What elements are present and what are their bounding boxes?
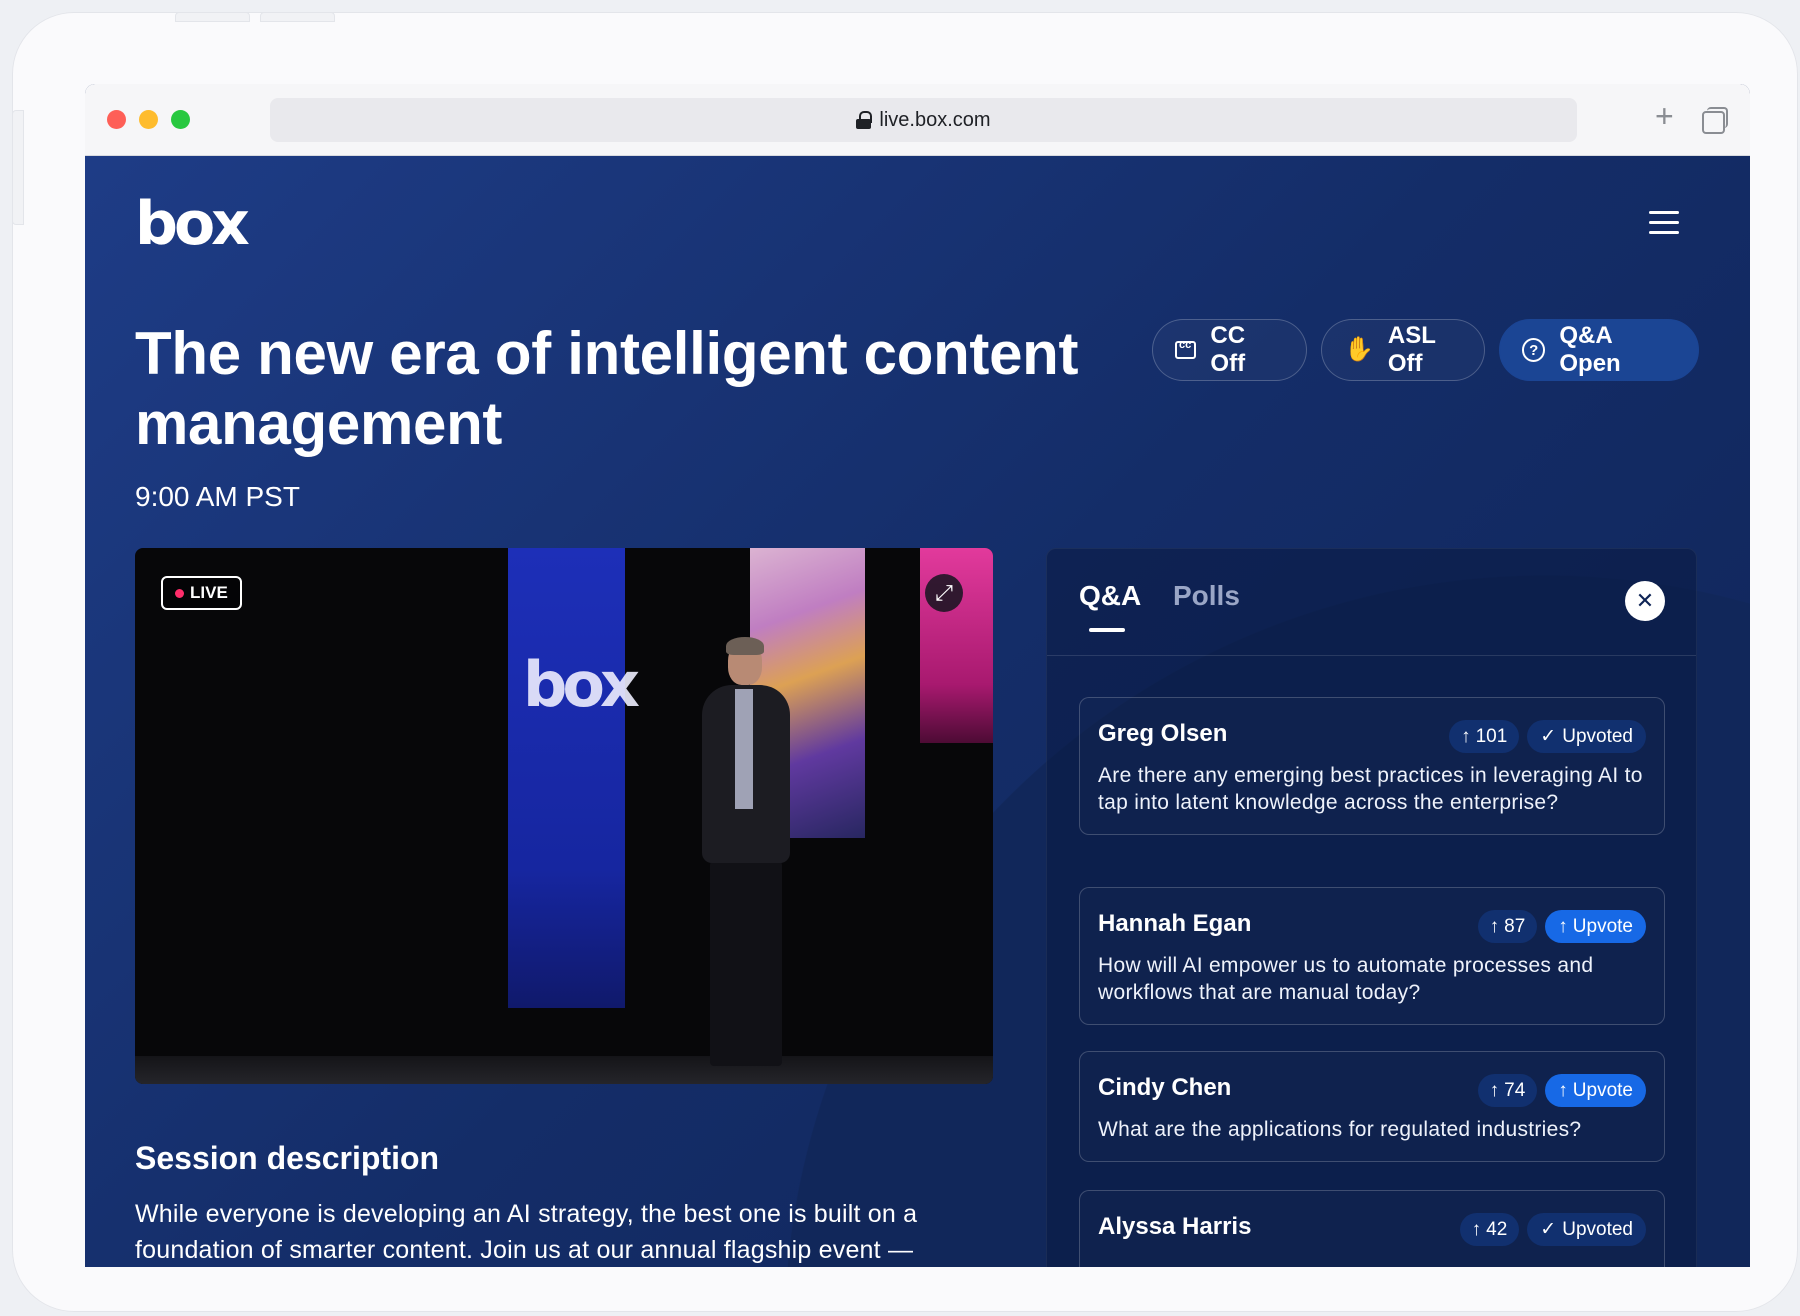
stage-screen-blue (508, 548, 625, 1008)
closed-captions-icon (1175, 339, 1197, 359)
question-circle-icon: ? (1522, 338, 1546, 362)
check-icon: ✓ (1540, 726, 1557, 747)
tab-qa[interactable]: Q&A (1079, 580, 1141, 612)
question-text: How will AI empower us to automate proce… (1098, 954, 1594, 1004)
live-label: LIVE (190, 583, 228, 602)
upvoted-button[interactable]: ✓ Upvoted (1527, 1213, 1646, 1246)
arrow-up-icon: ↑ (1489, 1079, 1500, 1101)
upvote-button[interactable]: ↑ Upvote (1545, 1074, 1646, 1107)
qa-label: Q&A Open (1559, 322, 1621, 377)
question-card: Hannah Egan ↑ 87 ↑ Upvote How will AI empo… (1079, 887, 1665, 1025)
close-panel-icon[interactable]: ✕ (1625, 581, 1665, 621)
video-player[interactable]: box LIVE ⤢ (135, 548, 993, 1084)
minimize-window-button[interactable] (139, 110, 158, 129)
arrow-up-icon: ↑ (1471, 1218, 1482, 1240)
event-page: box The new era of intelligent content m… (85, 156, 1750, 1267)
browser-window: live.box.com + box The new era of intell… (85, 84, 1750, 1267)
arrow-up-icon: ↑ (1558, 915, 1568, 937)
qa-panel-header: Q&A Polls ✕ (1047, 549, 1696, 656)
arrow-up-icon: ↑ (1461, 725, 1471, 747)
closed-captions-toggle[interactable]: CC Off (1152, 319, 1307, 381)
live-badge: LIVE (161, 576, 242, 610)
asl-toggle[interactable]: ✋ ASL Off (1321, 319, 1485, 381)
device-top-button (175, 12, 250, 22)
check-icon: ✓ (1540, 1219, 1557, 1240)
lock-icon (856, 111, 873, 129)
box-logo[interactable]: box (135, 194, 250, 254)
stage-screen-logo: box (523, 648, 640, 721)
event-title: The new era of intelligent content manag… (135, 320, 1079, 457)
asl-label: ASL Off (1387, 322, 1436, 377)
stage-screen-pink (920, 548, 993, 743)
session-description-heading: Session description (135, 1140, 440, 1176)
fullscreen-expand-icon[interactable]: ⤢ (925, 574, 963, 612)
vote-count: ↑ 74 (1477, 1074, 1538, 1107)
vote-count: ↑ 101 (1449, 720, 1520, 753)
event-time: 9:00 AM PST (135, 481, 300, 512)
live-dot-icon (175, 588, 184, 598)
question-card: Alyssa Harris ↑ 42 ✓ Upvoted (1079, 1190, 1665, 1267)
qa-toggle[interactable]: ? Q&A Open (1499, 319, 1699, 381)
close-window-button[interactable] (107, 110, 126, 129)
question-card: Cindy Chen ↑ 74 ↑ Upvote What are the appl… (1079, 1051, 1665, 1162)
device-side-button (12, 110, 24, 225)
hand-icon: ✋ (1344, 336, 1374, 363)
tab-overview-icon[interactable] (1702, 107, 1728, 134)
upvoted-button[interactable]: ✓ Upvoted (1527, 720, 1646, 753)
upvote-button[interactable]: ↑ Upvote (1545, 910, 1646, 943)
arrow-up-icon: ↑ (1558, 1079, 1568, 1101)
browser-toolbar: live.box.com + (85, 84, 1750, 156)
stage-floor (135, 1056, 993, 1084)
new-tab-plus-icon[interactable]: + (1655, 100, 1674, 132)
session-description-text: While everyone is developing an AI strat… (135, 1200, 918, 1264)
maximize-window-button[interactable] (171, 110, 190, 129)
question-card: Greg Olsen ↑ 101 ✓ Upvoted Are there any e… (1079, 697, 1665, 835)
tab-polls[interactable]: Polls (1173, 580, 1240, 612)
device-frame: live.box.com + box The new era of intell… (12, 12, 1798, 1312)
active-tab-indicator (1089, 628, 1125, 632)
address-bar[interactable]: live.box.com (270, 98, 1577, 142)
speaker-figure (680, 637, 815, 1071)
url-text: live.box.com (879, 108, 991, 131)
question-text: What are the applications for regulated … (1098, 1118, 1582, 1141)
hamburger-menu-icon[interactable] (1649, 211, 1679, 235)
device-top-button (260, 12, 335, 22)
question-text: Are there any emerging best practices in… (1098, 764, 1643, 814)
arrow-up-icon: ↑ (1489, 915, 1500, 937)
vote-count: ↑ 42 (1459, 1213, 1520, 1246)
cc-label: CC Off (1210, 322, 1246, 377)
qa-panel: Q&A Polls ✕ Greg Olsen ↑ 101 ✓ Upvoted Are… (1046, 548, 1697, 1267)
vote-count: ↑ 87 (1477, 910, 1538, 943)
